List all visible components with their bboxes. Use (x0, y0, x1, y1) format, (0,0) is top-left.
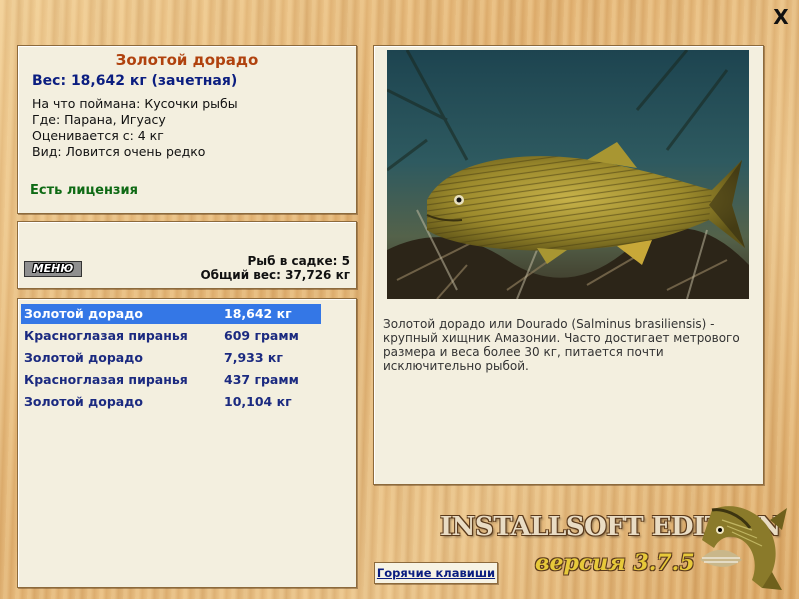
keepnet-panel: МЕНЮ Рыб в садке: 5 Общий вес: 37,726 кг (17, 221, 357, 289)
list-item-name: Золотой дорадо (24, 394, 143, 409)
list-item-weight: 18,642 кг (224, 306, 292, 321)
fish-photo-panel: Золотой дорадо или Dourado (Salminus bra… (373, 45, 764, 485)
list-item[interactable]: Золотой дорадо 10,104 кг (21, 392, 321, 412)
list-item-weight: 7,933 кг (224, 350, 283, 365)
fish-photo (387, 50, 749, 299)
catch-list: Золотой дорадо 18,642 кг Красноглазая пи… (17, 298, 357, 588)
fish-description: Золотой дорадо или Dourado (Salminus bra… (383, 317, 740, 373)
menu-button[interactable]: МЕНЮ (24, 261, 82, 277)
fish-info-panel: Золотой дорадо Вес: 18,642 кг (зачетная)… (17, 45, 357, 214)
list-item-name: Золотой дорадо (24, 306, 143, 321)
fish-weight: Вес: 18,642 кг (зачетная) (32, 73, 238, 89)
catch-location: Где: Парана, Игуасу (32, 112, 166, 127)
list-item-weight: 437 грамм (224, 372, 299, 387)
fish-title: Золотой дорадо (115, 51, 259, 69)
list-item[interactable]: Золотой дорадо 18,642 кг (21, 304, 321, 324)
list-item[interactable]: Красноглазая пиранья 437 грамм (21, 370, 321, 390)
caught-on: На что поймана: Кусочки рыбы (32, 96, 238, 111)
total-weight: Общий вес: 37,726 кг (200, 268, 350, 282)
list-item-name: Золотой дорадо (24, 350, 143, 365)
list-item[interactable]: Красноглазая пиранья 609 грамм (21, 326, 321, 346)
fish-count: Рыб в садке: 5 (247, 254, 351, 268)
rated-from: Оценивается с: 4 кг (32, 128, 164, 143)
list-item-name: Красноглазая пиранья (24, 328, 188, 343)
pike-logo-icon (700, 506, 787, 590)
list-item[interactable]: Золотой дорадо 7,933 кг (21, 348, 321, 368)
hotkeys-button[interactable]: Горячие клавиши (374, 562, 498, 584)
fish-kind: Вид: Ловится очень редко (32, 144, 206, 159)
close-icon[interactable]: X (772, 7, 790, 27)
list-item-weight: 609 грамм (224, 328, 299, 343)
license-status: Есть лицензия (30, 183, 138, 198)
version-label: версия 3.7.5 (535, 550, 695, 576)
list-item-name: Красноглазая пиранья (24, 372, 188, 387)
list-item-weight: 10,104 кг (224, 394, 292, 409)
